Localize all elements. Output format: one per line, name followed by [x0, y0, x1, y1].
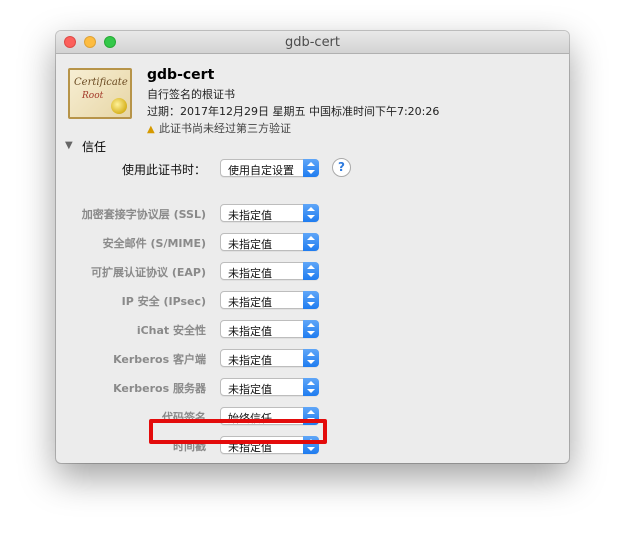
certificate-icon-line1: Certificate: [74, 77, 128, 88]
trust-row-popup[interactable]: 未指定值: [220, 320, 319, 338]
certificate-window: gdb-cert Certificate Root gdb-cert 自行签名的…: [56, 31, 569, 463]
seal-icon: [111, 98, 127, 114]
popup-arrows-icon: [303, 204, 319, 222]
trust-row-label: IP 安全 (IPsec): [121, 295, 206, 308]
certificate-type: 自行签名的根证书: [147, 88, 235, 101]
trust-row-popup[interactable]: 未指定值: [220, 349, 319, 367]
disclosure-triangle-down-icon[interactable]: ▼: [65, 140, 73, 151]
title-bar[interactable]: gdb-cert: [56, 31, 569, 54]
trust-row-label: Kerberos 服务器: [113, 382, 206, 395]
trust-row-value: 未指定值: [228, 354, 272, 367]
when-using-popup[interactable]: 使用自定设置: [220, 159, 319, 177]
when-using-value: 使用自定设置: [228, 164, 294, 177]
popup-arrows-icon: [303, 159, 319, 177]
trust-row-label: 可扩展认证协议 (EAP): [91, 266, 206, 279]
certificate-icon: Certificate Root: [68, 68, 132, 119]
popup-arrows-icon: [303, 320, 319, 338]
popup-arrows-icon: [303, 378, 319, 396]
warning-triangle-icon: ▲: [147, 124, 155, 135]
trust-row-popup[interactable]: 未指定值: [220, 291, 319, 309]
popup-arrows-icon: [303, 349, 319, 367]
trust-row-popup[interactable]: 未指定值: [220, 378, 319, 396]
trust-section-label[interactable]: 信任: [82, 138, 106, 155]
trust-row-value: 未指定值: [228, 238, 272, 251]
trust-row-value: 未指定值: [228, 383, 272, 396]
trust-row-popup[interactable]: 未指定值: [220, 233, 319, 251]
trust-row-label: Kerberos 客户端: [113, 353, 206, 366]
popup-arrows-icon: [303, 262, 319, 280]
trust-row-value: 未指定值: [228, 325, 272, 338]
trust-row-popup[interactable]: 未指定值: [220, 262, 319, 280]
popup-arrows-icon: [303, 291, 319, 309]
trust-row-label: iChat 安全性: [136, 324, 206, 337]
certificate-icon-line2: Root: [82, 91, 104, 101]
trust-row-label: 加密套接字协议层 (SSL): [81, 208, 206, 221]
highlight-box: [149, 419, 327, 444]
certificate-name: gdb-cert: [147, 67, 215, 83]
window-title: gdb-cert: [284, 35, 341, 50]
popup-arrows-icon: [303, 233, 319, 251]
when-using-label: 使用此证书时：: [121, 163, 206, 177]
trust-row-value: 未指定值: [228, 267, 272, 280]
trust-row-value: 未指定值: [228, 296, 272, 309]
help-button[interactable]: ?: [332, 158, 351, 177]
trust-row-label: 安全邮件 (S/MIME): [102, 237, 206, 250]
trust-row-value: 未指定值: [228, 209, 272, 222]
trust-row-popup[interactable]: 未指定值: [220, 204, 319, 222]
certificate-warning-text: 此证书尚未经过第三方验证: [159, 122, 291, 135]
certificate-expiry: 过期：2017年12月29日 星期五 中国标准时间下午7:20:26: [147, 105, 440, 118]
certificate-warning: ▲ 此证书尚未经过第三方验证: [147, 120, 291, 136]
window-content: Certificate Root gdb-cert 自行签名的根证书 过期：20…: [56, 54, 569, 463]
